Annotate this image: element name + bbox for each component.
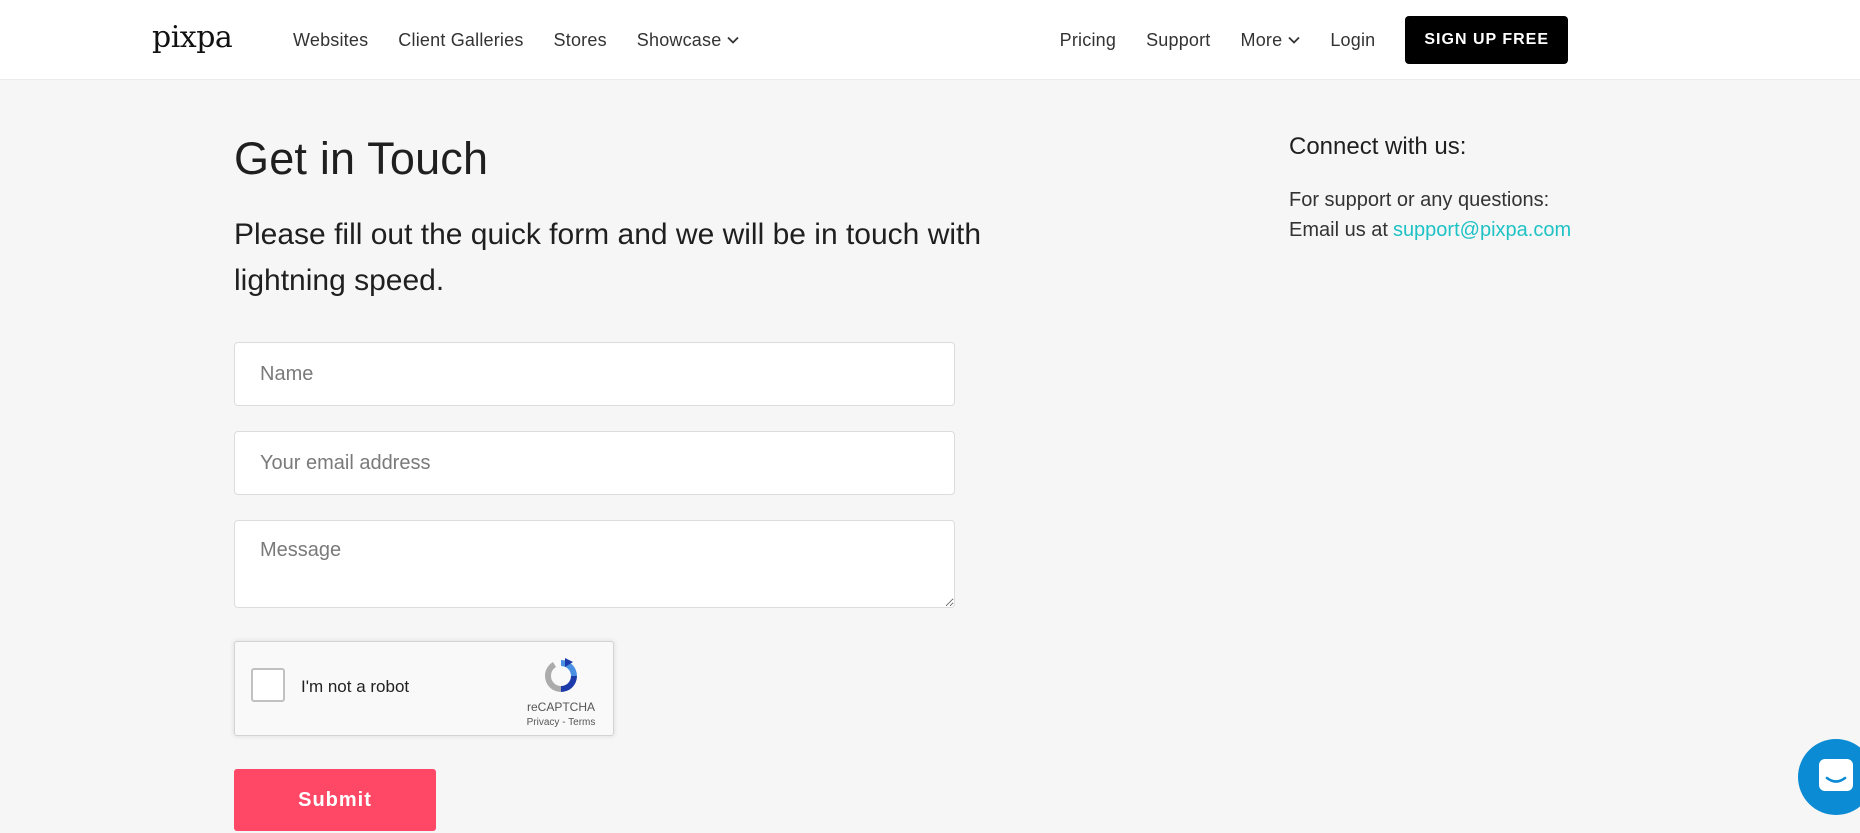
nav-support[interactable]: Support xyxy=(1146,30,1210,51)
support-text: For support or any questions: xyxy=(1289,189,1550,211)
nav-client-galleries-label: Client Galleries xyxy=(398,29,524,50)
recaptcha-widget: I'm not a robot reCAPTCHA Privacy - Term… xyxy=(234,641,614,736)
nav-stores[interactable]: Stores xyxy=(554,30,607,51)
email-prefix: Email us at xyxy=(1289,219,1388,241)
chat-icon xyxy=(1819,759,1853,791)
recaptcha-separator: - xyxy=(559,717,569,728)
page-subtitle: Please fill out the quick form and we wi… xyxy=(234,218,982,297)
nav-login[interactable]: Login xyxy=(1330,30,1375,51)
chevron-down-icon xyxy=(727,36,740,44)
recaptcha-links: Privacy - Terms xyxy=(515,717,607,728)
sign-up-free-button[interactable]: SIGN UP FREE xyxy=(1405,16,1568,64)
message-textarea[interactable] xyxy=(234,520,955,608)
nav-client-galleries[interactable]: Client Galleries xyxy=(398,30,523,51)
primary-nav: Websites Client Galleries Stores Showcas… xyxy=(293,0,769,80)
nav-pricing[interactable]: Pricing xyxy=(1060,30,1116,51)
nav-more[interactable]: More xyxy=(1241,30,1301,51)
nav-support-label: Support xyxy=(1146,29,1211,50)
pixpa-logo[interactable]: pixpa xyxy=(152,20,233,55)
submit-button[interactable]: Submit xyxy=(234,769,436,831)
page-title: Get in Touch xyxy=(234,133,489,184)
recaptcha-terms-link[interactable]: Terms xyxy=(568,717,595,728)
support-email-link[interactable]: support@pixpa.com xyxy=(1393,219,1571,241)
connect-title: Connect with us: xyxy=(1289,133,1467,160)
nav-websites-label: Websites xyxy=(293,29,369,50)
nav-login-label: Login xyxy=(1330,29,1376,50)
email-input[interactable] xyxy=(234,431,955,495)
recaptcha-privacy-link[interactable]: Privacy xyxy=(527,717,560,728)
chevron-down-icon xyxy=(1288,36,1300,44)
site-header: pixpa Websites Client Galleries Stores S… xyxy=(0,0,1860,80)
email-line: Email us at support@pixpa.com xyxy=(1289,219,1571,242)
nav-pricing-label: Pricing xyxy=(1059,29,1117,50)
nav-websites[interactable]: Websites xyxy=(293,30,368,51)
nav-more-label: More xyxy=(1240,29,1283,50)
recaptcha-checkbox[interactable] xyxy=(251,668,285,702)
recaptcha-label: I'm not a robot xyxy=(301,677,410,696)
recaptcha-logo-icon xyxy=(541,656,581,701)
nav-stores-label: Stores xyxy=(553,29,607,50)
nav-showcase-label: Showcase xyxy=(636,29,722,50)
secondary-nav: Pricing Support More Login SIGN UP FREE xyxy=(1060,0,1568,80)
chat-launcher-button[interactable] xyxy=(1798,739,1860,815)
nav-showcase[interactable]: Showcase xyxy=(637,30,740,51)
name-input[interactable] xyxy=(234,342,955,406)
recaptcha-brand: reCAPTCHA xyxy=(526,700,595,714)
